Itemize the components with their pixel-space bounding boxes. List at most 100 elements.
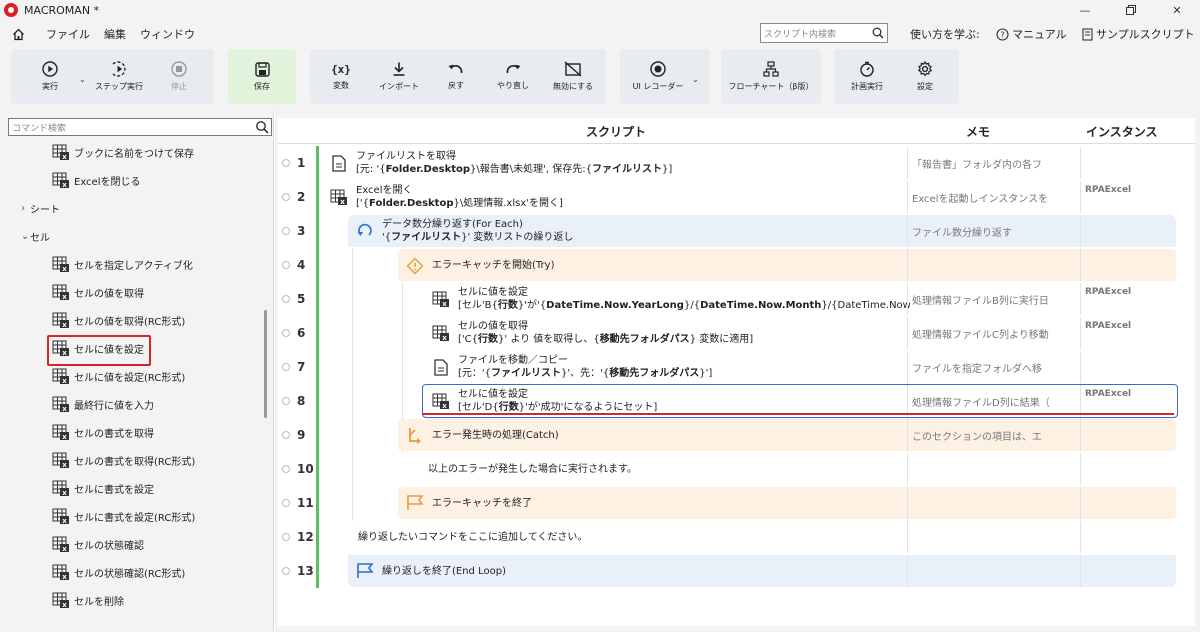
command-search-input[interactable]: コマンド検索 xyxy=(8,118,272,136)
step-run-button[interactable]: ステップ実行 xyxy=(89,49,149,104)
redo-button[interactable]: やり直し xyxy=(488,49,538,104)
command-category[interactable]: ⌄ セル xyxy=(0,222,262,250)
command-item[interactable]: x セルに書式を設定 xyxy=(0,474,262,502)
command-item[interactable]: x セルの状態確認 xyxy=(0,530,262,558)
stop-button[interactable]: 停止 xyxy=(157,49,201,104)
ui-recorder-button[interactable]: UI レコーダー xyxy=(624,49,692,104)
memo-cell[interactable] xyxy=(907,521,1079,553)
recorder-dropdown-icon[interactable]: ⌄ xyxy=(692,75,699,84)
line-gutter[interactable]: 12 xyxy=(278,520,316,554)
breakpoint-icon[interactable] xyxy=(282,329,290,337)
menu-file[interactable]: ファイル xyxy=(46,26,90,42)
command-item[interactable]: x セルを指定しアクティブ化 xyxy=(0,250,262,278)
script-row[interactable]: 7 ファイルを移動／コピー [元：'{ファイルリスト}'、先：'{移動先フォルダパス… xyxy=(278,350,1195,384)
line-gutter[interactable]: 11 xyxy=(278,486,316,520)
script-row[interactable]: 10 以上のエラーが発生した場合に実行されます。 xyxy=(278,452,1195,486)
instance-cell[interactable]: RPAExcel xyxy=(1080,181,1176,213)
run-dropdown-icon[interactable]: ⌄ xyxy=(79,75,86,84)
instance-cell[interactable] xyxy=(1080,419,1176,451)
command-item[interactable]: x セルの状態確認(RC形式) xyxy=(0,558,262,586)
line-gutter[interactable]: 3 xyxy=(278,214,316,248)
memo-cell[interactable]: Excelを起動しインスタンスを xyxy=(907,181,1079,213)
command-item[interactable]: x Excelを閉じる xyxy=(0,166,262,194)
script-row[interactable]: 5 x セルに値を設定 [セル'B{行数}'が'{DateTime.Now.YearL… xyxy=(278,282,1195,316)
disable-button[interactable]: 無効にする xyxy=(546,49,600,104)
variables-button[interactable]: {x} 変数 xyxy=(318,49,364,104)
command-block[interactable]: 繰り返したいコマンドをここに追加してください。 xyxy=(348,521,907,553)
sample-scripts-link[interactable]: サンプルスクリプト xyxy=(1082,26,1195,42)
flowchart-button[interactable]: フローチャート（β版） xyxy=(721,49,821,104)
script-row[interactable]: 13 繰り返しを終了(End Loop) xyxy=(278,554,1195,588)
line-gutter[interactable]: 9 xyxy=(278,418,316,452)
breakpoint-icon[interactable] xyxy=(282,159,290,167)
line-gutter[interactable]: 8 xyxy=(278,384,316,418)
script-row[interactable]: 9 エラー発生時の処理(Catch) このセクションの項目は、エ xyxy=(278,418,1195,452)
memo-cell[interactable]: 「報告書」フォルダ内の各フ xyxy=(907,147,1079,179)
breakpoint-icon[interactable] xyxy=(282,499,290,507)
instance-cell[interactable] xyxy=(1080,521,1176,553)
instance-cell[interactable] xyxy=(1080,351,1176,383)
command-item[interactable]: x セルの値を取得 xyxy=(0,278,262,306)
command-block[interactable]: x Excelを開く ['{Folder.Desktop}\処理情報.xlsx'を開… xyxy=(322,181,907,213)
instance-cell[interactable] xyxy=(1080,487,1176,519)
minimize-icon[interactable]: — xyxy=(1062,0,1108,20)
script-row[interactable]: 6 x セルの値を取得 ['C{行数}' より 値を取得し、{移動先フォルダパス} 変… xyxy=(278,316,1195,350)
memo-cell[interactable]: ファイル数分繰り返す xyxy=(907,215,1079,247)
breakpoint-icon[interactable] xyxy=(282,465,290,473)
instance-cell[interactable] xyxy=(1080,147,1176,179)
memo-cell[interactable] xyxy=(907,487,1079,519)
script-row[interactable]: 3 データ数分繰り返す(For Each) '{ファイルリスト}' 変数リストの繰り… xyxy=(278,214,1195,248)
breakpoint-icon[interactable] xyxy=(282,363,290,371)
home-icon[interactable] xyxy=(10,26,26,42)
breakpoint-icon[interactable] xyxy=(282,227,290,235)
maximize-icon[interactable] xyxy=(1108,0,1154,20)
script-row[interactable]: 8 x セルに値を設定 [セル'D{行数}'が'成功'になるようにセット] 処理情報ファ… xyxy=(278,384,1195,418)
line-gutter[interactable]: 4 xyxy=(278,248,316,282)
command-item[interactable]: x セルの書式を取得(RC形式) xyxy=(0,446,262,474)
schedule-button[interactable]: 計画実行 xyxy=(842,49,892,104)
memo-cell[interactable] xyxy=(907,453,1079,485)
command-block[interactable]: 以上のエラーが発生した場合に実行されます。 xyxy=(398,453,907,485)
breakpoint-icon[interactable] xyxy=(282,193,290,201)
script-row[interactable]: 12 繰り返したいコマンドをここに追加してください。 xyxy=(278,520,1195,554)
save-button[interactable]: 保存 xyxy=(228,49,296,104)
command-item[interactable]: x セルを削除 xyxy=(0,586,262,614)
instance-cell[interactable] xyxy=(1080,215,1176,247)
breakpoint-icon[interactable] xyxy=(282,397,290,405)
memo-cell[interactable]: ファイルを指定フォルダへ移 xyxy=(907,351,1079,383)
instance-cell[interactable] xyxy=(1080,555,1176,587)
line-gutter[interactable]: 2 xyxy=(278,180,316,214)
memo-cell[interactable]: 処理情報ファイルC列より移動 xyxy=(907,317,1079,349)
breakpoint-icon[interactable] xyxy=(282,567,290,575)
menu-window[interactable]: ウィンドウ xyxy=(140,26,195,42)
menu-edit[interactable]: 編集 xyxy=(104,26,126,42)
command-category[interactable]: › シート xyxy=(0,194,262,222)
command-item[interactable]: x セルの値を取得(RC形式) xyxy=(0,306,262,334)
memo-cell[interactable] xyxy=(907,249,1079,281)
instance-cell[interactable] xyxy=(1080,249,1176,281)
memo-cell[interactable]: 処理情報ファイルB列に実行日 xyxy=(907,283,1079,315)
breakpoint-icon[interactable] xyxy=(282,295,290,303)
memo-cell[interactable]: このセクションの項目は、エ xyxy=(907,419,1079,451)
script-row[interactable]: 1 ファイルリストを取得 [元: '{Folder.Desktop}\報告書\未処理… xyxy=(278,146,1195,180)
line-gutter[interactable]: 13 xyxy=(278,554,316,588)
instance-cell[interactable]: RPAExcel xyxy=(1080,283,1176,315)
line-gutter[interactable]: 1 xyxy=(278,146,316,180)
breakpoint-icon[interactable] xyxy=(282,533,290,541)
memo-cell[interactable] xyxy=(907,555,1079,587)
instance-cell[interactable] xyxy=(1080,453,1176,485)
breakpoint-icon[interactable] xyxy=(282,261,290,269)
line-gutter[interactable]: 10 xyxy=(278,452,316,486)
undo-button[interactable]: 戻す xyxy=(434,49,478,104)
breakpoint-icon[interactable] xyxy=(282,431,290,439)
command-block[interactable]: ファイルリストを取得 [元: '{Folder.Desktop}\報告書\未処理'… xyxy=(322,147,907,179)
line-gutter[interactable]: 5 xyxy=(278,282,316,316)
line-gutter[interactable]: 7 xyxy=(278,350,316,384)
command-panel-scrollbar[interactable] xyxy=(264,310,267,418)
settings-button[interactable]: 設定 xyxy=(900,49,950,104)
line-gutter[interactable]: 6 xyxy=(278,316,316,350)
manual-link[interactable]: ? マニュアル xyxy=(996,26,1067,42)
close-icon[interactable]: ✕ xyxy=(1154,0,1200,20)
chevron-right-icon[interactable]: › xyxy=(21,203,25,214)
import-button[interactable]: インポート xyxy=(372,49,426,104)
